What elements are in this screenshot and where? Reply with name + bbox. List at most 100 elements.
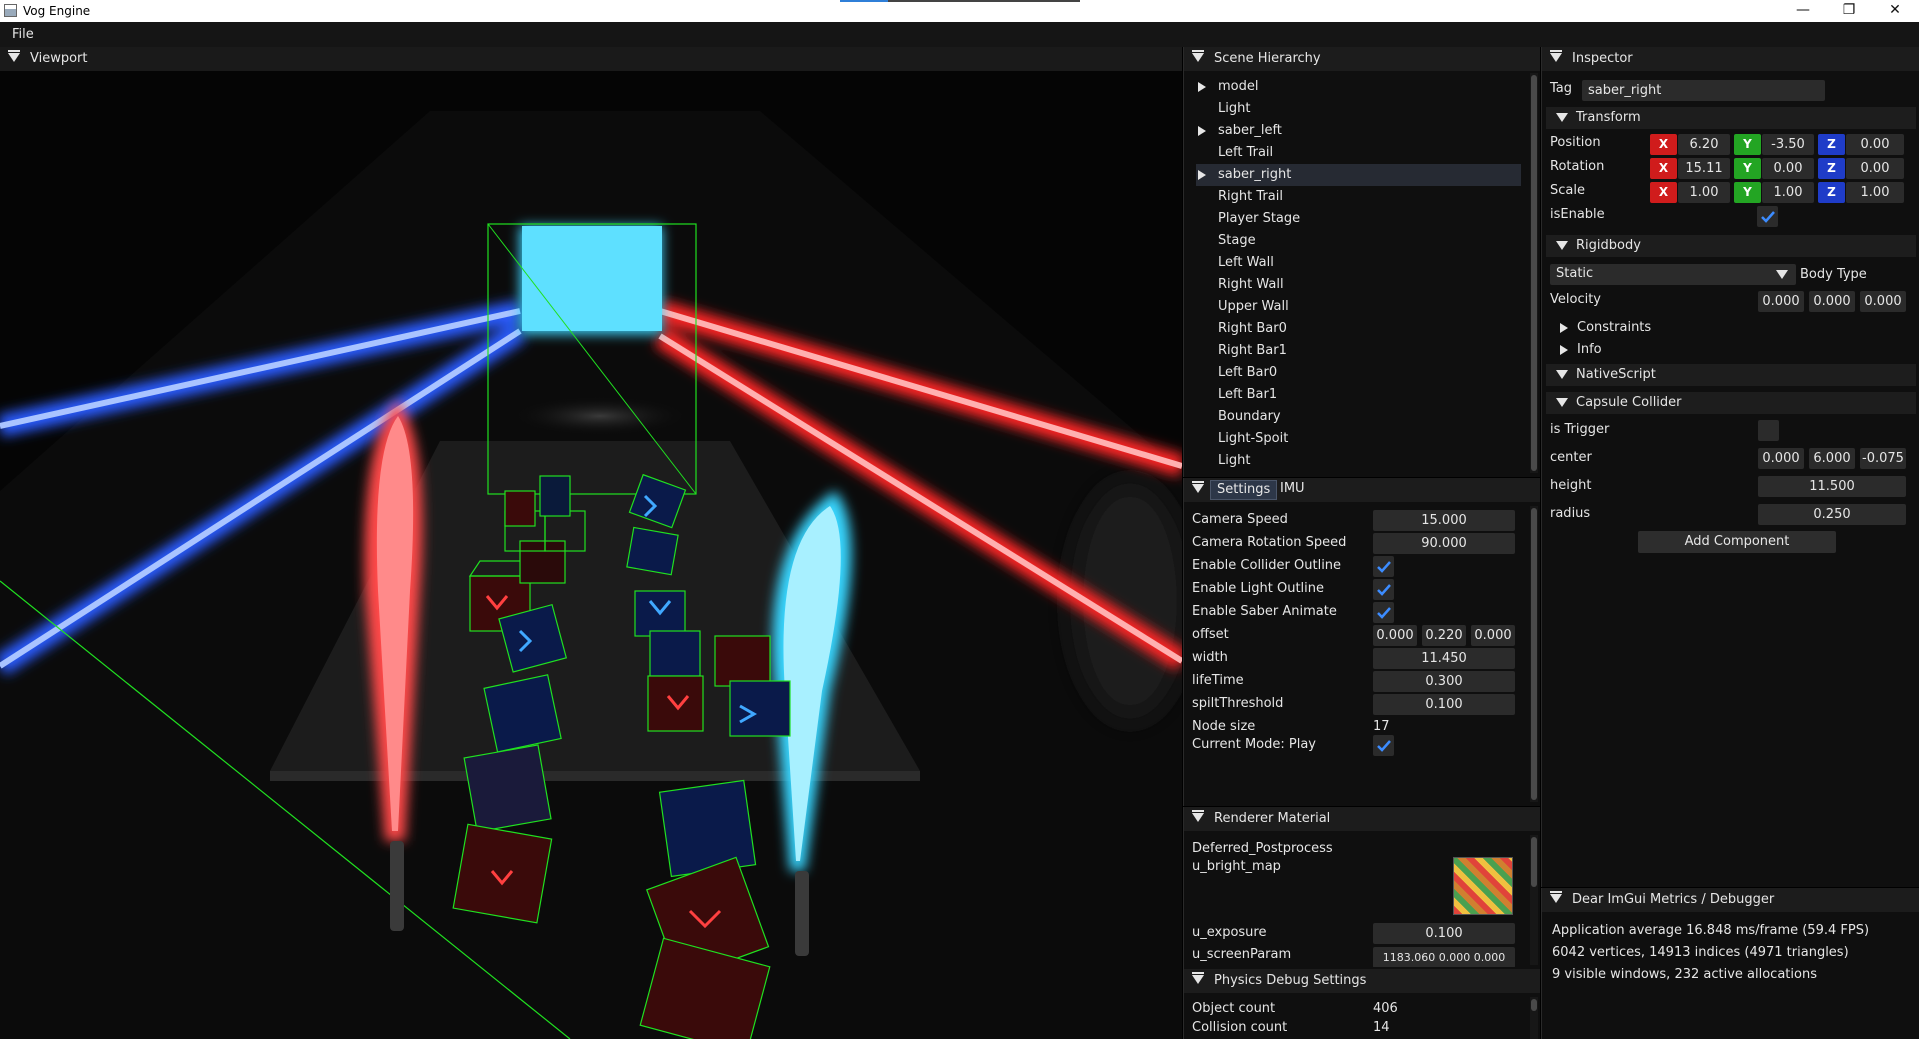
rotation-y-axis[interactable]: Y (1734, 158, 1761, 179)
hierarchy-item[interactable]: Right Bar0 (1196, 318, 1521, 340)
position-y-axis[interactable]: Y (1734, 134, 1761, 155)
close-button[interactable]: ✕ (1872, 0, 1918, 22)
hierarchy-item[interactable]: Right Bar1 (1196, 340, 1521, 362)
minimize-button[interactable]: — (1780, 0, 1826, 22)
collapse-icon[interactable] (1192, 50, 1204, 64)
light-outline-checkbox[interactable] (1373, 579, 1394, 600)
physics-scrollbar[interactable] (1530, 997, 1538, 1039)
metrics-header[interactable]: Dear ImGui Metrics / Debugger (1542, 888, 1919, 912)
scale-z-axis[interactable]: Z (1818, 182, 1845, 203)
nativescript-section[interactable]: NativeScript (1546, 364, 1916, 386)
info-expand-icon[interactable] (1560, 345, 1568, 355)
hierarchy-item[interactable]: Stage (1196, 230, 1521, 252)
center-x-input[interactable]: 0.000 (1758, 448, 1804, 469)
position-z-input[interactable]: 0.00 (1846, 134, 1904, 155)
collapse-icon[interactable] (1550, 891, 1562, 905)
scale-z-input[interactable]: 1.00 (1846, 182, 1904, 203)
center-z-input[interactable]: -0.075 (1860, 448, 1906, 469)
height-input[interactable]: 11.500 (1758, 476, 1906, 497)
collapse-icon[interactable] (1192, 972, 1204, 986)
capsule-collider-section[interactable]: Capsule Collider (1546, 392, 1916, 414)
width-input[interactable]: 11.450 (1373, 648, 1515, 669)
hierarchy-item[interactable]: Left Wall (1196, 252, 1521, 274)
material-header[interactable]: Renderer Material (1184, 807, 1540, 831)
viewport-panel[interactable]: Viewport (0, 47, 1182, 1039)
hierarchy-item[interactable]: Upper Wall (1196, 296, 1521, 318)
screen-param-input[interactable]: 1183.060 0.000 0.000 (1373, 947, 1515, 967)
hierarchy-item[interactable]: Light (1196, 98, 1521, 120)
is-trigger-checkbox[interactable] (1758, 420, 1779, 441)
collider-outline-checkbox[interactable] (1373, 556, 1394, 577)
hierarchy-item[interactable]: Left Trail (1196, 142, 1521, 164)
camera-speed-input[interactable]: 15.000 (1373, 510, 1515, 531)
hierarchy-item[interactable]: Light-Spoit (1196, 428, 1521, 450)
rotation-z-axis[interactable]: Z (1818, 158, 1845, 179)
velocity-z-input[interactable]: 0.000 (1860, 291, 1906, 312)
hierarchy-header[interactable]: Scene Hierarchy (1184, 47, 1540, 71)
offset-x-input[interactable]: 0.000 (1373, 625, 1417, 646)
rotation-y-input[interactable]: 0.00 (1762, 158, 1814, 179)
hierarchy-item[interactable]: saber_right (1196, 164, 1521, 186)
expand-arrow-icon[interactable] (1198, 170, 1206, 180)
velocity-x-input[interactable]: 0.000 (1758, 291, 1804, 312)
radius-input[interactable]: 0.250 (1758, 504, 1906, 525)
physics-header[interactable]: Physics Debug Settings (1184, 969, 1540, 993)
current-mode-checkbox[interactable] (1373, 735, 1394, 756)
scale-y-input[interactable]: 1.00 (1762, 182, 1814, 203)
inspector-header[interactable]: Inspector (1542, 47, 1919, 71)
position-x-axis[interactable]: X (1650, 134, 1677, 155)
rotation-x-input[interactable]: 15.11 (1678, 158, 1730, 179)
hierarchy-item[interactable]: Left Bar0 (1196, 362, 1521, 384)
position-x-input[interactable]: 6.20 (1678, 134, 1730, 155)
add-component-button[interactable]: Add Component (1638, 531, 1836, 553)
info-node[interactable]: Info (1577, 342, 1602, 357)
rotation-z-input[interactable]: 0.00 (1846, 158, 1904, 179)
transform-section[interactable]: Transform (1546, 107, 1916, 129)
offset-y-input[interactable]: 0.220 (1422, 625, 1466, 646)
viewport-header[interactable]: Viewport (0, 47, 1182, 71)
hierarchy-item[interactable]: Player Stage (1196, 208, 1521, 230)
tab-settings[interactable]: Settings (1210, 480, 1278, 500)
exposure-input[interactable]: 0.100 (1373, 923, 1515, 944)
expand-arrow-icon[interactable] (1198, 126, 1206, 136)
tab-imu[interactable]: IMU (1274, 480, 1311, 500)
hierarchy-scrollbar[interactable] (1530, 73, 1538, 473)
rotation-x-axis[interactable]: X (1650, 158, 1677, 179)
rigidbody-section[interactable]: Rigidbody (1546, 235, 1916, 257)
collapse-icon[interactable] (1192, 810, 1204, 824)
expand-arrow-icon[interactable] (1198, 82, 1206, 92)
hierarchy-item[interactable]: Right Trail (1196, 186, 1521, 208)
hierarchy-item[interactable]: Boundary (1196, 406, 1521, 428)
constraints-expand-icon[interactable] (1560, 323, 1568, 333)
split-threshold-input[interactable]: 0.100 (1373, 694, 1515, 715)
constraints-node[interactable]: Constraints (1577, 320, 1651, 335)
menu-file[interactable]: File (12, 27, 34, 42)
settings-scrollbar[interactable] (1530, 506, 1538, 802)
scale-y-axis[interactable]: Y (1734, 182, 1761, 203)
hierarchy-item[interactable]: Left Bar1 (1196, 384, 1521, 406)
hierarchy-item[interactable]: model (1196, 76, 1521, 98)
bright-map-thumbnail[interactable] (1453, 857, 1513, 915)
position-y-input[interactable]: -3.50 (1762, 134, 1814, 155)
center-y-input[interactable]: 6.000 (1809, 448, 1855, 469)
collapse-icon[interactable] (1192, 481, 1204, 495)
hierarchy-item[interactable]: saber_left (1196, 120, 1521, 142)
collapse-icon[interactable] (8, 50, 20, 64)
saber-animate-checkbox[interactable] (1373, 602, 1394, 623)
position-z-axis[interactable]: Z (1818, 134, 1845, 155)
scale-x-input[interactable]: 1.00 (1678, 182, 1730, 203)
hierarchy-item[interactable]: Right Wall (1196, 274, 1521, 296)
velocity-y-input[interactable]: 0.000 (1809, 291, 1855, 312)
scene-render[interactable] (0, 71, 1182, 1039)
hierarchy-item[interactable]: Light (1196, 450, 1521, 472)
offset-z-input[interactable]: 0.000 (1471, 625, 1515, 646)
lifetime-input[interactable]: 0.300 (1373, 671, 1515, 692)
scale-x-axis[interactable]: X (1650, 182, 1677, 203)
tag-input[interactable]: saber_right (1582, 80, 1825, 101)
material-scrollbar[interactable] (1530, 835, 1538, 965)
is-enable-checkbox[interactable] (1757, 206, 1778, 227)
maximize-button[interactable]: ❐ (1826, 0, 1872, 22)
body-type-dropdown[interactable]: Static (1550, 264, 1796, 285)
collapse-icon[interactable] (1550, 50, 1562, 64)
camera-rotation-input[interactable]: 90.000 (1373, 533, 1515, 554)
